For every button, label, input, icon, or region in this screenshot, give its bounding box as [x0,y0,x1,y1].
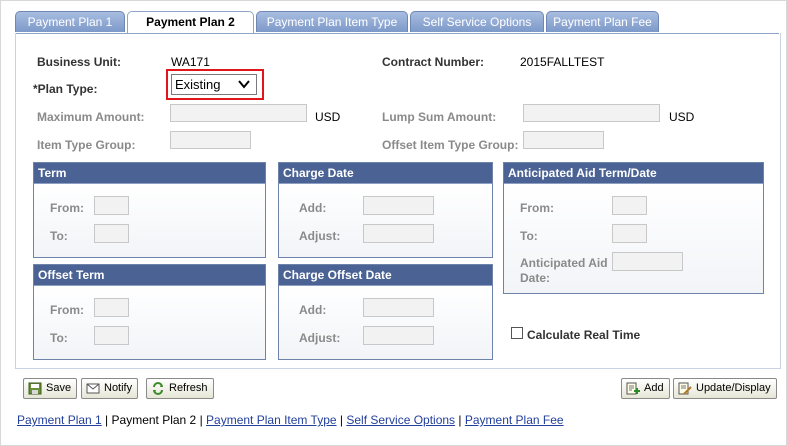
tab-payment-plan-1[interactable]: Payment Plan 1 [15,11,125,32]
offset-item-type-group-label: Offset Item Type Group: [382,138,519,152]
charge-date-add-label: Add: [299,201,327,215]
term-group-body [34,183,265,257]
notify-icon [86,383,100,394]
plan-type-selected-value: Existing [175,77,221,92]
refresh-icon [153,382,163,395]
footer-separator: | [336,413,347,427]
lump-sum-amount-currency: USD [669,110,695,124]
notify-button-label: Notify [104,382,133,394]
footer-link-payment-plan-fee[interactable]: Payment Plan Fee [465,413,564,427]
item-type-group-input[interactable] [170,131,251,149]
save-button-label: Save [46,382,72,394]
add-button-label: Add [644,382,664,394]
anticipated-aid-to-label: To: [520,229,538,243]
charge-offset-date-adjust-label: Adjust: [299,331,341,345]
tab-payment-plan-fee[interactable]: Payment Plan Fee [546,11,659,32]
save-icon [28,382,42,395]
charge-offset-date-add-input[interactable] [363,298,434,317]
anticipated-aid-from-label: From: [520,201,554,215]
footer-current-page: Payment Plan 2 [111,413,197,427]
footer-separator: | [196,413,207,427]
charge-offset-date-group-title: Charge Offset Date [279,265,492,285]
term-from-label: From: [50,201,84,215]
footer-separator: | [101,413,112,427]
plan-type-select[interactable]: Existing [171,74,257,95]
term-group-title: Term [34,163,265,183]
anticipated-aid-to-input[interactable] [612,224,647,243]
footer-links: Payment Plan 1 | Payment Plan 2 | Paymen… [17,413,564,427]
term-from-input[interactable] [94,196,129,215]
charge-date-add-input[interactable] [363,196,434,215]
charge-date-group-body [279,183,492,257]
contract-number-value: 2015FALLTEST [520,55,605,69]
maximum-amount-label: Maximum Amount: [37,110,145,124]
business-unit-value: WA171 [171,55,210,69]
term-to-input[interactable] [94,224,129,243]
term-to-label: To: [50,229,68,243]
contract-number-label: Contract Number: [382,55,485,69]
chevron-down-icon [238,80,250,89]
update-display-icon [678,382,692,395]
tab-self-service-options[interactable]: Self Service Options [410,11,544,32]
refresh-button-label: Refresh [169,382,208,394]
add-icon [626,382,640,395]
anticipated-aid-group-title: Anticipated Aid Term/Date [504,163,763,183]
charge-date-adjust-label: Adjust: [299,229,341,243]
charge-offset-date-add-label: Add: [299,303,327,317]
charge-offset-date-group-body [279,285,492,359]
tab-payment-plan-item-type[interactable]: Payment Plan Item Type [256,11,408,32]
anticipated-aid-date-label-line1: Anticipated Aid [520,256,608,270]
maximum-amount-input[interactable] [170,104,307,122]
save-button[interactable]: Save [23,378,78,399]
update-display-button[interactable]: Update/Display [673,378,777,399]
maximum-amount-currency: USD [315,110,341,124]
offset-term-group-title: Offset Term [34,265,265,285]
charge-date-adjust-input[interactable] [363,224,434,243]
offset-term-from-input[interactable] [94,298,129,317]
business-unit-label: Business Unit: [37,55,122,69]
anticipated-aid-from-input[interactable] [612,196,647,215]
offset-term-to-label: To: [50,331,68,345]
offset-term-from-label: From: [50,303,84,317]
plan-type-label: *Plan Type: [33,82,98,96]
item-type-group-label: Item Type Group: [37,138,136,152]
offset-item-type-group-input[interactable] [523,131,604,149]
footer-separator: | [455,413,465,427]
anticipated-aid-date-label-line2: Date: [520,271,551,285]
refresh-button[interactable]: Refresh [146,378,214,399]
charge-offset-date-adjust-input[interactable] [363,326,434,345]
footer-link-payment-plan-item-type[interactable]: Payment Plan Item Type [206,413,337,427]
charge-date-group-title: Charge Date [279,163,492,183]
footer-link-self-service-options[interactable]: Self Service Options [346,413,455,427]
tab-payment-plan-2[interactable]: Payment Plan 2 [127,11,254,34]
lump-sum-amount-label: Lump Sum Amount: [382,110,497,124]
calculate-real-time-label: Calculate Real Time [527,328,641,342]
offset-term-group-body [34,285,265,359]
add-button[interactable]: Add [621,378,670,399]
lump-sum-amount-input[interactable] [523,104,660,122]
notify-button[interactable]: Notify [81,378,139,399]
anticipated-aid-date-input[interactable] [612,252,683,271]
footer-link-payment-plan-1[interactable]: Payment Plan 1 [17,413,102,427]
update-display-button-label: Update/Display [696,382,771,394]
offset-term-to-input[interactable] [94,326,129,345]
calculate-real-time-checkbox[interactable] [511,327,523,339]
